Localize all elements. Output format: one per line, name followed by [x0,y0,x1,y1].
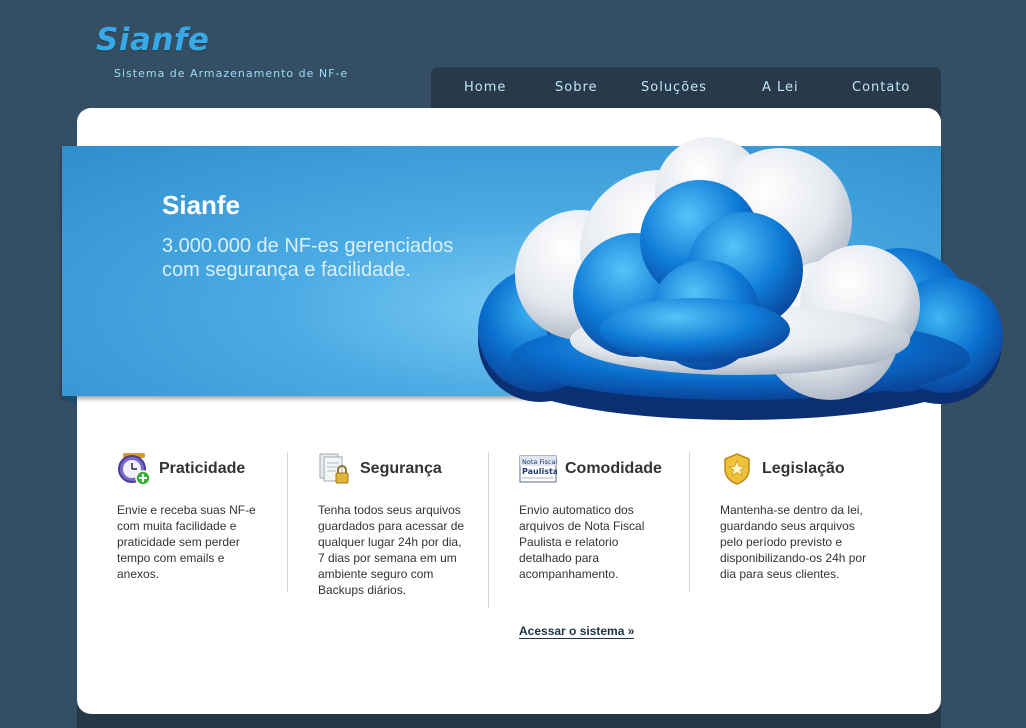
feature-legislacao: Legislação Mantenha-se dentro da lei, gu… [720,452,880,582]
feature-title: Legislação [762,460,845,477]
feature-title: Comodidade [565,460,662,477]
nfp-logo-line1: Nota Fiscal [522,458,557,466]
gold-badge-icon [724,453,750,485]
column-divider [689,452,690,592]
feature-text: Envio automatico dos arquivos de Nota Fi… [519,503,645,581]
feature-text: Envie e receba suas NF-e com muita facil… [117,503,256,581]
nfp-logo-line2: Paulista [522,467,557,476]
nav-solucoes[interactable]: Soluções [641,80,707,95]
banner-subtitle-line2: com segurança e facilidade. [162,259,412,281]
feature-text: Mantenha-se dentro da lei, guardando seu… [720,503,867,581]
cloud-illustration [478,137,1003,420]
banner-title: Sianfe [162,190,241,220]
nav-a-lei[interactable]: A Lei [762,80,799,95]
feature-title: Segurança [360,460,442,477]
column-divider [287,452,288,592]
banner-fold [62,396,77,406]
access-system-link[interactable]: Acessar o sistema » [519,624,635,639]
lock-documents-icon [319,453,349,484]
feature-comodidade: Nota Fiscal Paulista Comodidade Envio au… [519,452,679,582]
banner-subtitle-line1: 3.000.000 de NF-es gerenciados [162,235,454,257]
site-tagline: Sistema de Armazenamento de NF-e [114,67,349,80]
site-logo[interactable]: Sianfe [96,22,209,58]
feature-seguranca: Segurança Tenha todos seus arquivos guar… [318,452,478,598]
clock-add-icon [118,453,151,486]
feature-text: Tenha todos seus arquivos guardados para… [318,503,465,597]
nav-home[interactable]: Home [464,80,506,95]
feature-title: Praticidade [159,460,246,477]
feature-praticidade: Praticidade Envie e receba suas NF-e com… [117,452,277,582]
column-divider [488,452,489,608]
nav-sobre[interactable]: Sobre [555,80,598,95]
nav-contato[interactable]: Contato [852,80,910,95]
nota-fiscal-paulista-logo: Nota Fiscal Paulista [519,455,557,483]
